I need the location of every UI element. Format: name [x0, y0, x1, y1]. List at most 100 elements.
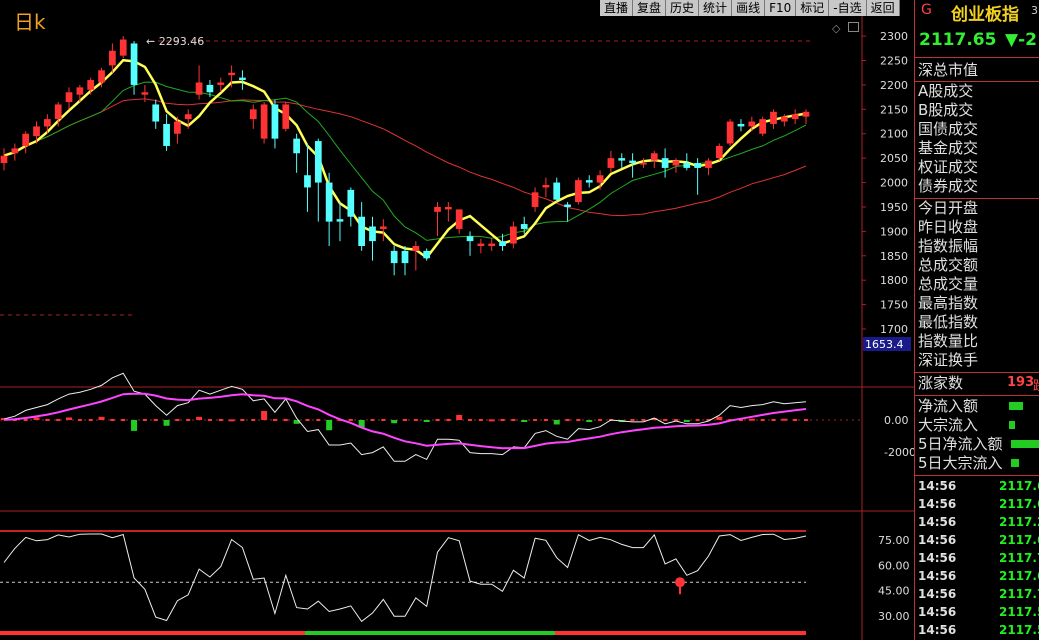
flow-bar: [771, 419, 776, 421]
bond-volume-label: 债券成交: [918, 177, 979, 195]
candle-body: [0, 155, 8, 164]
prev-close-label: 昨日收盘: [918, 218, 979, 236]
period-bar: [555, 631, 806, 635]
flow-bar: [23, 419, 28, 421]
candle-body: [780, 116, 788, 122]
candle: [358, 202, 366, 251]
replay-button[interactable]: 复盘: [633, 0, 667, 16]
history-button[interactable]: 历史: [666, 0, 700, 16]
candle-body: [336, 219, 344, 222]
candle-body: [11, 148, 19, 154]
candle-body: [401, 250, 409, 264]
flow-bar: [196, 416, 203, 420]
open-label: 今日开盘: [918, 199, 979, 217]
candle: [770, 109, 777, 129]
flow-bar: [228, 419, 235, 422]
candle-body: [802, 111, 810, 117]
candle-body: [163, 123, 170, 146]
window-icon[interactable]: [848, 22, 859, 32]
candle-body: [98, 70, 105, 83]
candle-body: [575, 180, 582, 203]
y3-tick-label: 45.00: [878, 585, 910, 598]
draw-line-button[interactable]: 画线: [732, 0, 766, 16]
candle-body: [76, 87, 84, 95]
candle: [412, 241, 420, 271]
flow-bar: [305, 419, 310, 421]
candle-body: [379, 226, 387, 229]
flow-bar: [695, 419, 700, 421]
rise-count-value: 193: [1007, 375, 1035, 390]
period-label[interactable]: 日k: [14, 6, 46, 35]
f10-button[interactable]: F10: [765, 0, 797, 16]
y3-tick-label: 60.00: [878, 559, 910, 572]
flow-bar: [641, 419, 646, 421]
candle-body: [293, 138, 300, 154]
candle-body: [130, 43, 138, 85]
candle: [325, 172, 333, 247]
candle-body: [119, 39, 127, 56]
block-inflow-label: 大宗流入: [918, 416, 979, 434]
flow-bar: [381, 419, 386, 421]
total-market-value-label: 深总市值: [918, 61, 979, 79]
y2-tick-label: -20000: [884, 446, 914, 459]
period-bar: [305, 631, 555, 635]
candle-body: [228, 72, 235, 76]
high-label: 最高指数: [918, 294, 979, 312]
y-tick-label: 1900: [880, 225, 908, 238]
ma-mid-line: [3, 98, 807, 217]
flow-bar: [793, 419, 798, 421]
candle-body: [542, 185, 550, 188]
candle-body: [748, 121, 756, 127]
candle: [715, 143, 723, 161]
flow-bar: [261, 411, 268, 420]
candle: [694, 158, 701, 195]
watchlist-button[interactable]: -自选: [829, 0, 867, 16]
candle: [260, 102, 268, 144]
flow-bar: [283, 419, 288, 421]
candle: [553, 177, 561, 203]
flow-bar: [456, 414, 463, 420]
statistics-button[interactable]: 统计: [699, 0, 733, 16]
flow-bar: [251, 419, 256, 421]
candle-body: [390, 250, 398, 264]
net-inflow-bar: [1009, 402, 1023, 410]
flow-bar: [521, 420, 528, 422]
flow-bar: [781, 418, 788, 421]
y-tick-label: 2150: [880, 103, 908, 116]
flow-bar: [468, 419, 473, 421]
flow-bar: [413, 419, 418, 421]
flow-bar: [207, 419, 212, 421]
candle-body: [282, 104, 290, 129]
candle-body: [477, 243, 485, 247]
candle: [640, 158, 647, 168]
tick-row: 14:562117.5: [918, 605, 1039, 619]
low-marker-label: 1653.4: [865, 338, 904, 351]
back-button[interactable]: 返回: [867, 0, 900, 16]
live-button[interactable]: 直播: [600, 0, 634, 16]
a-share-volume-label: A股成交: [918, 82, 974, 100]
candle: [0, 148, 8, 171]
flow-bar: [326, 420, 333, 431]
candle: [304, 143, 311, 212]
flow-bar: [488, 419, 495, 422]
flow-bar: [56, 419, 61, 421]
tick-row: 14:562117.7: [918, 551, 1039, 565]
flow-bar: [88, 419, 93, 421]
flow-bar: [565, 419, 570, 421]
candle-body: [694, 163, 701, 168]
candle-body: [759, 119, 767, 134]
candle-body: [43, 119, 51, 127]
candle-body: [304, 175, 311, 188]
chart-area[interactable]: 2300 2250 2200 2150 2100 2050 2000 1950 1900 1850…: [0, 0, 914, 640]
flow-bar: [218, 419, 223, 421]
flow-bar: [391, 420, 398, 424]
flow-bar: [175, 419, 180, 421]
diamond-icon[interactable]: ◇: [832, 22, 840, 35]
mark-button[interactable]: 标记: [796, 0, 830, 16]
candle-body: [618, 158, 626, 161]
candle-body: [726, 121, 734, 144]
flow-bar: [478, 419, 483, 421]
candle-body: [358, 216, 366, 247]
five-day-block-inflow-label: 5日大宗流入: [918, 454, 1003, 472]
index-name-suffix: 3: [1031, 4, 1038, 17]
